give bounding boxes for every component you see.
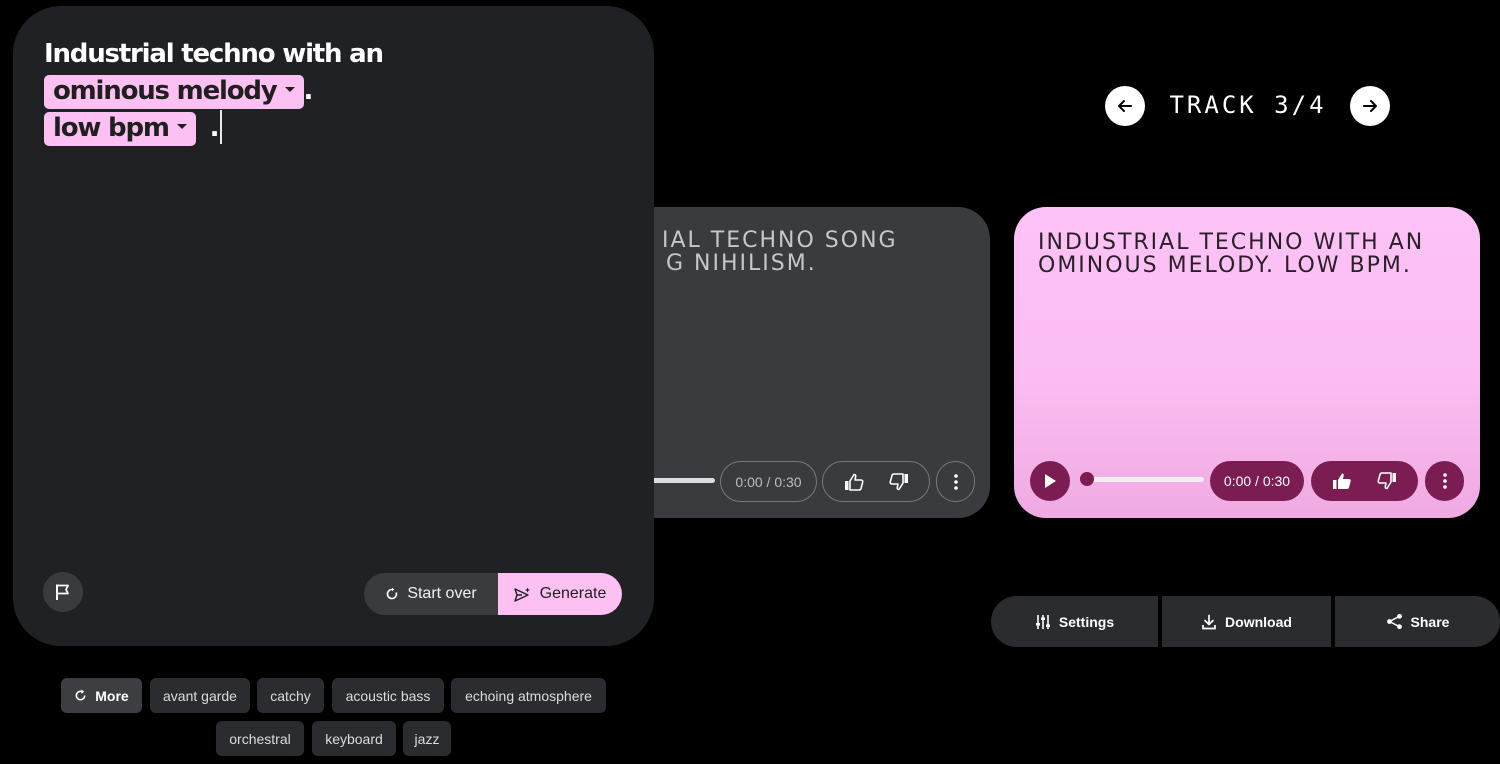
prompt-chip-ominous-melody[interactable]: ominous melody (44, 75, 304, 109)
chevron-down-icon (176, 124, 187, 129)
thumb-up-icon[interactable] (844, 473, 864, 491)
prompt-period: . (209, 113, 220, 143)
refresh-icon (386, 587, 398, 600)
prompt-chip-low-bpm[interactable]: low bpm (44, 112, 196, 146)
previous-track-button[interactable] (1105, 86, 1145, 126)
share-icon (1386, 613, 1402, 630)
previous-track-rating (822, 461, 930, 502)
refresh-icon (75, 689, 86, 701)
current-track-card: INDUSTRIAL TECHNO WITH AN OMINOUS MELODY… (1014, 207, 1480, 518)
prompt-editor[interactable]: Industrial techno with an ominous melody… (44, 36, 634, 147)
playback-slider-handle[interactable] (1080, 472, 1094, 486)
prompt-chip-label: low bpm (53, 113, 170, 143)
send-sparkle-icon (513, 587, 530, 602)
suggestion-chip[interactable]: jazz (403, 721, 451, 756)
text-cursor (220, 109, 223, 144)
track-actions-bar: Settings Download Share (991, 596, 1500, 647)
previous-track-more-button[interactable] (936, 461, 975, 502)
arrow-left-icon (1118, 100, 1132, 112)
download-label: Download (1225, 613, 1292, 630)
prompt-prefix-text: Industrial techno with an (44, 39, 384, 69)
start-over-label: Start over (407, 585, 477, 602)
settings-button[interactable]: Settings (991, 596, 1158, 647)
prompt-panel: Industrial techno with an ominous melody… (13, 6, 654, 646)
more-vert-icon (1442, 473, 1447, 489)
share-label: Share (1410, 613, 1450, 630)
report-button[interactable] (43, 572, 83, 612)
suggestion-chip[interactable]: catchy (257, 678, 324, 713)
current-track-more-button[interactable] (1425, 461, 1464, 501)
prompt-actions: Start over Generate (364, 573, 622, 615)
suggestion-chip[interactable]: acoustic bass (332, 678, 444, 713)
play-icon (1045, 474, 1056, 488)
current-track-rating (1311, 461, 1418, 501)
current-track-time: 0:00 / 0:30 (1210, 461, 1304, 501)
prompt-period: . (303, 76, 314, 106)
suggestion-chip[interactable]: echoing atmosphere (451, 678, 606, 713)
chevron-down-icon (284, 87, 295, 92)
thumb-down-icon[interactable] (888, 472, 909, 491)
thumb-down-icon[interactable] (1377, 472, 1397, 490)
generate-button[interactable]: Generate (498, 573, 622, 615)
flag-icon (56, 584, 69, 600)
playback-slider[interactable] (1086, 477, 1204, 482)
play-button[interactable] (1030, 461, 1070, 501)
download-button[interactable]: Download (1162, 596, 1331, 647)
suggestion-chip[interactable]: avant garde (150, 678, 250, 713)
track-counter: TRACK 3/4 (1169, 91, 1327, 119)
next-track-button[interactable] (1350, 86, 1390, 126)
arrow-right-icon (1363, 100, 1377, 112)
suggestion-chip[interactable]: keyboard (312, 721, 396, 756)
previous-track-time: 0:00 / 0:30 (720, 461, 817, 502)
generate-label: Generate (539, 585, 607, 602)
start-over-button[interactable]: Start over (364, 573, 498, 615)
settings-label: Settings (1058, 613, 1115, 630)
more-label: More (95, 687, 129, 704)
more-suggestions-button[interactable]: More (61, 678, 142, 713)
thumb-up-icon[interactable] (1332, 472, 1352, 490)
download-icon (1202, 614, 1216, 629)
share-button[interactable]: Share (1335, 596, 1500, 647)
current-track-title: INDUSTRIAL TECHNO WITH AN OMINOUS MELODY… (1038, 230, 1425, 278)
tune-icon (1035, 614, 1050, 629)
prompt-chip-label: ominous melody (53, 76, 278, 106)
more-vert-icon (953, 473, 958, 490)
suggestion-chip[interactable]: orchestral (216, 721, 304, 756)
